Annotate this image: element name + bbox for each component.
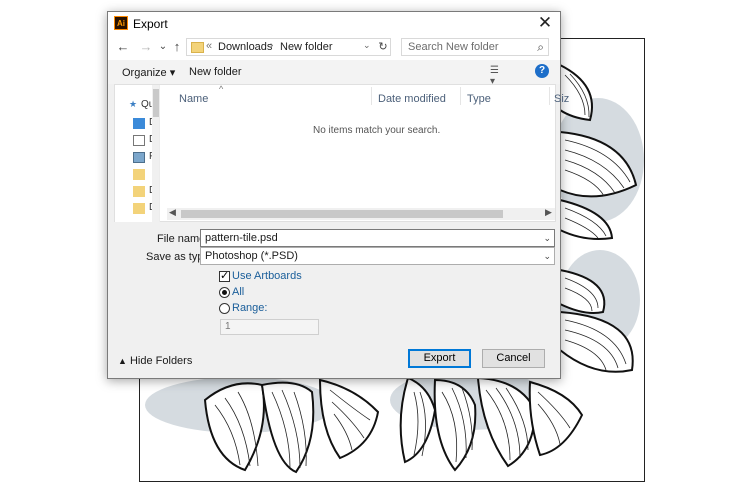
back-arrow-icon[interactable]: ← <box>115 39 131 55</box>
chevron-down-icon[interactable]: ⌄ <box>543 248 551 264</box>
hide-folders-toggle[interactable]: ▲ Hide Folders <box>118 355 192 367</box>
navigation-pane: ★ Qu D D P D D <box>115 85 160 222</box>
save-as-type-select[interactable]: Photoshop (*.PSD) ⌄ <box>200 247 555 265</box>
forward-arrow-icon[interactable]: → <box>138 39 154 55</box>
hide-folders-label[interactable]: Hide Folders <box>130 355 192 367</box>
quick-access-star-icon[interactable]: ★ <box>129 99 137 110</box>
column-divider[interactable] <box>460 87 461 105</box>
empty-folder-message: No items match your search. <box>313 125 441 136</box>
title-bar: Ai Export ✕ <box>108 12 560 36</box>
organize-menu[interactable]: Organize ▾ <box>122 66 175 79</box>
chevron-up-icon[interactable]: ▲ <box>118 356 127 366</box>
new-folder-button[interactable]: New folder <box>189 66 242 78</box>
address-overflow-icon[interactable]: « <box>206 40 212 52</box>
synced-folder-icon[interactable] <box>133 203 145 214</box>
column-divider[interactable] <box>549 87 550 105</box>
breadcrumb-downloads[interactable]: Downloads <box>218 41 272 53</box>
scroll-thumb[interactable] <box>153 89 159 117</box>
address-bar[interactable]: « Downloads › New folder ⌄ <box>186 38 391 56</box>
range-radio-label[interactable]: Range: <box>232 302 267 314</box>
sort-ascending-icon: ^ <box>219 84 224 94</box>
address-dropdown-icon[interactable]: ⌄ <box>363 40 371 51</box>
folder-icon <box>191 42 204 53</box>
file-name-input[interactable]: pattern-tile.psd ⌄ <box>200 229 555 247</box>
column-divider[interactable] <box>371 87 372 105</box>
scroll-right-icon[interactable]: ▶ <box>545 207 552 218</box>
all-radio-label[interactable]: All <box>232 286 244 298</box>
file-browser: ★ Qu D D P D D ^ Name Date modified Type… <box>114 84 569 222</box>
nav-pane-scrollbar[interactable] <box>152 85 159 222</box>
column-header-date-modified[interactable]: Date modified <box>378 93 446 105</box>
file-name-value[interactable]: pattern-tile.psd <box>205 232 278 244</box>
column-header-type[interactable]: Type <box>467 93 491 105</box>
search-icon[interactable]: ⌕ <box>537 40 544 55</box>
command-toolbar: Organize ▾ New folder ☰ ▾ ? <box>108 60 560 87</box>
folder-icon[interactable] <box>133 169 145 180</box>
all-radio[interactable] <box>219 287 230 298</box>
folder-icon[interactable] <box>133 186 145 197</box>
scroll-thumb[interactable] <box>181 210 503 218</box>
column-header-size[interactable]: Siz <box>554 93 569 105</box>
range-radio[interactable] <box>219 303 230 314</box>
up-arrow-icon[interactable]: ↑ <box>169 39 185 55</box>
chevron-down-icon[interactable]: ⌄ <box>543 230 551 246</box>
view-options-icon[interactable]: ☰ ▾ <box>490 65 504 87</box>
document-icon[interactable] <box>133 135 145 146</box>
refresh-icon[interactable]: ↻ <box>376 40 390 54</box>
desktop-icon[interactable] <box>133 118 145 129</box>
horizontal-scrollbar[interactable]: ◀ ▶ <box>167 207 555 220</box>
search-box[interactable]: Search New folder ⌕ <box>401 38 549 56</box>
range-input[interactable]: 1 <box>220 319 319 335</box>
close-icon[interactable]: ✕ <box>536 13 554 33</box>
dialog-title: Export <box>133 17 168 31</box>
use-artboards-checkbox[interactable] <box>219 269 230 282</box>
column-header-name[interactable]: Name <box>179 93 208 105</box>
help-icon[interactable]: ? <box>535 64 549 78</box>
export-button[interactable]: Export <box>408 349 471 368</box>
export-dialog: Ai Export ✕ ← → ⌄ ↑ « Downloads › New fo… <box>107 11 569 379</box>
scroll-left-icon[interactable]: ◀ <box>169 207 176 218</box>
navigation-bar: ← → ⌄ ↑ « Downloads › New folder ⌄ ↻ Sea… <box>108 36 560 60</box>
breadcrumb-new-folder[interactable]: New folder <box>280 41 333 53</box>
breadcrumb-separator-icon[interactable]: › <box>270 40 273 51</box>
use-artboards-label[interactable]: Use Artboards <box>232 270 302 282</box>
save-as-type-value[interactable]: Photoshop (*.PSD) <box>205 250 298 262</box>
pictures-icon[interactable] <box>133 152 145 163</box>
cancel-button[interactable]: Cancel <box>482 349 545 368</box>
illustrator-app-icon: Ai <box>114 16 128 30</box>
search-placeholder[interactable]: Search New folder <box>408 41 499 53</box>
